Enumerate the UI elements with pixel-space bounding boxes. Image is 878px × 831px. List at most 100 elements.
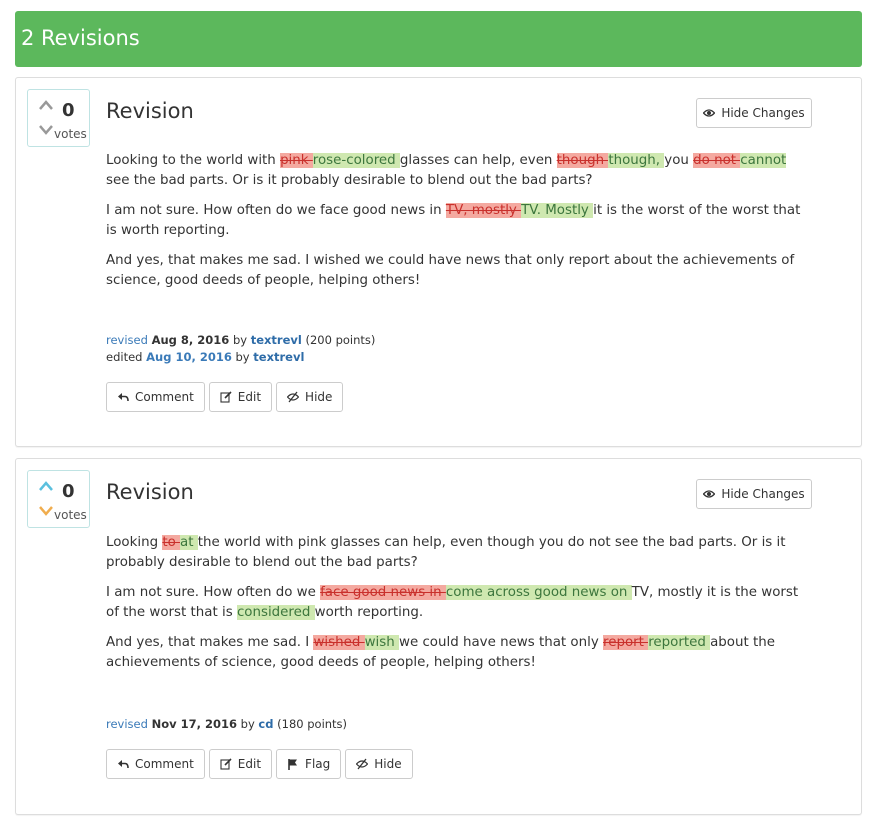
revision-title: Revision	[106, 99, 194, 123]
edit-label: Edit	[237, 390, 262, 404]
hide-label: Hide	[305, 390, 333, 404]
inserted-text: come across good news on	[445, 585, 632, 600]
edited-label: edited	[106, 350, 143, 364]
edit-label: Edit	[237, 757, 262, 771]
paragraph: Looking to the world with pink rose-colo…	[106, 151, 806, 191]
comment-button[interactable]: Comment	[106, 382, 205, 412]
revision-body: Looking to at the world with pink glasse…	[106, 533, 806, 683]
eye-slash-icon	[287, 391, 300, 403]
comment-label: Comment	[135, 757, 194, 771]
hide-changes-label: Hide Changes	[721, 487, 805, 501]
inserted-text: cannot	[740, 153, 787, 168]
hide-changes-button[interactable]: Hide Changes	[696, 479, 812, 509]
text: Looking to the world with	[106, 153, 281, 168]
user-points: (180 points)	[277, 717, 348, 731]
paragraph: And yes, that makes me sad. I wished wis…	[106, 633, 806, 673]
revision-panel: 0 votes Revision Hide Changes Looking to…	[15, 77, 862, 447]
revised-date[interactable]: Aug 8, 2016	[152, 333, 230, 347]
paragraph: I am not sure. How often do we face good…	[106, 583, 806, 623]
eye-icon	[703, 109, 716, 117]
text: I am not sure. How often do we	[106, 585, 321, 600]
revision-title: Revision	[106, 480, 194, 504]
deleted-text: though	[556, 153, 609, 168]
by-label: by	[240, 717, 255, 731]
votes-label: votes	[54, 508, 87, 522]
revision-meta: revised Nov 17, 2016 by cd (180 points)	[106, 716, 347, 733]
comment-button[interactable]: Comment	[106, 749, 205, 779]
deleted-text: face good news in	[320, 585, 446, 600]
inserted-text: wish	[364, 635, 399, 650]
text: you	[664, 153, 694, 168]
flag-label: Flag	[305, 757, 331, 771]
text: the world with pink glasses can help, ev…	[106, 535, 786, 570]
revised-line: revised Nov 17, 2016 by cd (180 points)	[106, 716, 347, 733]
inserted-text: though,	[608, 153, 665, 168]
vote-count: 0	[62, 481, 75, 502]
deleted-text: report	[603, 635, 649, 650]
inserted-text: considered	[236, 605, 315, 620]
revision-panel: 0 votes Revision Hide Changes Looking to…	[15, 458, 862, 815]
votes-label: votes	[54, 127, 87, 141]
chevron-down-icon[interactable]	[38, 505, 54, 517]
text: Looking	[106, 535, 163, 550]
user-points: (200 points)	[305, 333, 376, 347]
revision-body: Looking to the world with pink rose-colo…	[106, 151, 806, 301]
inserted-text: reported	[648, 635, 711, 650]
hide-changes-label: Hide Changes	[721, 106, 805, 120]
text: I am not sure. How often do we face good…	[106, 203, 446, 218]
user-link[interactable]: cd	[258, 717, 273, 731]
revised-line: revised Aug 8, 2016 by textrevl (200 poi…	[106, 332, 375, 349]
hide-button[interactable]: Hide	[276, 382, 344, 412]
inserted-text: at	[180, 535, 198, 550]
edit-icon	[220, 758, 232, 770]
revisions-count-title: 2 Revisions	[21, 26, 140, 50]
deleted-text: do not	[693, 153, 741, 168]
text: we could have news that only	[399, 635, 604, 650]
eye-slash-icon	[356, 758, 369, 770]
chevron-up-icon[interactable]	[38, 480, 54, 492]
text: And yes, that makes me sad. I wished we …	[106, 253, 795, 288]
text: And yes, that makes me sad. I	[106, 635, 314, 650]
edit-button[interactable]: Edit	[208, 749, 273, 779]
revised-label[interactable]: revised	[106, 717, 148, 731]
edit-button[interactable]: Edit	[208, 382, 273, 412]
paragraph: I am not sure. How often do we face good…	[106, 201, 806, 241]
by-label: by	[232, 333, 248, 347]
revisions-header: 2 Revisions	[15, 11, 862, 67]
user-link[interactable]: textrevl	[251, 333, 302, 347]
edited-date[interactable]: Aug 10, 2016	[146, 350, 232, 364]
vote-box: 0 votes	[27, 470, 90, 528]
revision-actions: Comment Edit Flag Hide	[106, 749, 413, 779]
revised-date[interactable]: Nov 17, 2016	[152, 717, 237, 731]
paragraph: Looking to at the world with pink glasse…	[106, 533, 806, 573]
paragraph: And yes, that makes me sad. I wished we …	[106, 251, 806, 291]
vote-count: 0	[62, 100, 75, 121]
hide-button[interactable]: Hide	[345, 749, 413, 779]
hide-label: Hide	[374, 757, 402, 771]
hide-changes-button[interactable]: Hide Changes	[696, 98, 812, 128]
text: worth reporting.	[314, 605, 424, 620]
user-link[interactable]: textrevl	[253, 350, 304, 364]
revised-label[interactable]: revised	[106, 333, 148, 347]
text: glasses can help, even	[399, 153, 557, 168]
chevron-down-icon[interactable]	[38, 124, 54, 136]
inserted-text: rose-colored	[312, 153, 400, 168]
deleted-text: to	[162, 535, 181, 550]
reply-icon	[118, 393, 129, 402]
deleted-text: wished	[313, 635, 365, 650]
inserted-text: TV. Mostly	[521, 203, 594, 218]
flag-icon	[288, 759, 298, 770]
edit-icon	[220, 391, 232, 403]
flag-button[interactable]: Flag	[276, 749, 342, 779]
deleted-text: pink	[280, 153, 313, 168]
revision-meta: revised Aug 8, 2016 by textrevl (200 poi…	[106, 332, 375, 366]
reply-icon	[118, 760, 129, 769]
eye-icon	[703, 490, 716, 498]
vote-box: 0 votes	[27, 89, 90, 147]
chevron-up-icon[interactable]	[38, 99, 54, 111]
by-label: by	[235, 350, 250, 364]
comment-label: Comment	[135, 390, 194, 404]
text: see the bad parts. Or is it probably des…	[106, 173, 593, 188]
revision-actions: Comment Edit Hide	[106, 382, 344, 412]
edited-line: edited Aug 10, 2016 by textrevl	[106, 349, 375, 366]
